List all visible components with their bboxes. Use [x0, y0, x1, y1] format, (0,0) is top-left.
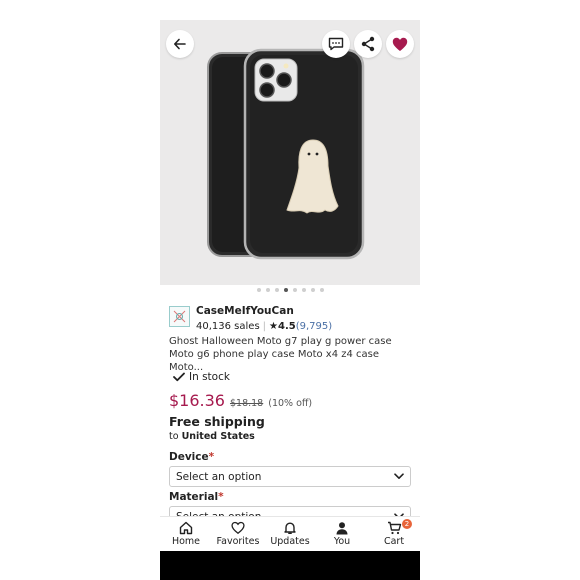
shop-logo-icon — [173, 310, 186, 323]
shipping-title: Free shipping — [169, 414, 265, 429]
discount-label: (10% off) — [268, 398, 313, 409]
stock-status: In stock — [173, 371, 230, 383]
shop-name[interactable]: CaseMeIfYouCan — [196, 305, 332, 318]
share-icon — [361, 36, 375, 52]
stock-label: In stock — [189, 371, 230, 383]
phone-case-image — [207, 48, 365, 260]
bottom-nav: Home Favorites Updates You 2 Cart — [160, 516, 420, 551]
nav-home[interactable]: Home — [160, 517, 212, 551]
shop-stats: 40,136 sales | ★4.5(9,795) — [196, 320, 332, 334]
nav-you[interactable]: You — [316, 517, 368, 551]
system-bar — [160, 551, 420, 580]
message-seller-button[interactable] — [322, 30, 350, 58]
current-price: $16.36 — [169, 391, 225, 410]
carousel-dot[interactable] — [310, 288, 315, 292]
device-label-text: Device — [169, 451, 209, 463]
check-icon — [173, 372, 185, 382]
device-select-value: Select an option — [176, 470, 262, 483]
material-label: Material* — [169, 491, 224, 503]
shop-rating: 4.5 — [278, 321, 296, 332]
original-price: $18.18 — [229, 398, 264, 409]
carousel-dot-active[interactable] — [283, 288, 288, 292]
shop-reviews-link[interactable]: (9,795) — [296, 321, 332, 332]
shop-sales: 40,136 sales — [196, 321, 260, 332]
carousel-indicator[interactable] — [160, 288, 420, 292]
back-button[interactable] — [166, 30, 194, 58]
app-screen: CaseMeIfYouCan 40,136 sales | ★4.5(9,795) … — [160, 20, 420, 580]
chat-icon — [328, 37, 344, 51]
device-select[interactable]: Select an option — [169, 466, 411, 487]
carousel-dot[interactable] — [265, 288, 270, 292]
required-marker: * — [208, 451, 215, 463]
home-icon — [179, 521, 193, 535]
carousel-dot[interactable] — [256, 288, 261, 292]
shop-logo[interactable] — [169, 306, 190, 327]
nav-updates-label: Updates — [270, 536, 310, 547]
chevron-down-icon — [394, 473, 404, 479]
device-label: Device* — [169, 451, 214, 463]
nav-home-label: Home — [171, 536, 201, 547]
carousel-dot[interactable] — [274, 288, 279, 292]
product-title[interactable]: Ghost Halloween Moto g7 play g power cas… — [169, 335, 414, 374]
shipping-to-prefix: to — [169, 431, 179, 442]
favorite-button[interactable] — [386, 30, 414, 58]
nav-you-label: You — [333, 536, 351, 547]
nav-cart[interactable]: 2 Cart — [368, 517, 420, 551]
nav-favorites[interactable]: Favorites — [212, 517, 264, 551]
material-label-text: Material — [169, 491, 219, 503]
cart-count-badge: 2 — [402, 519, 412, 529]
arrow-left-icon — [174, 38, 186, 50]
cart-icon — [387, 521, 401, 535]
star-icon: ★ — [269, 321, 278, 332]
required-marker: * — [218, 491, 224, 503]
user-icon — [336, 522, 348, 535]
carousel-dot[interactable] — [301, 288, 306, 292]
bell-icon — [284, 522, 296, 534]
price-row: $16.36 $18.18 (10% off) — [169, 391, 312, 410]
product-image[interactable] — [160, 20, 420, 285]
shop-info[interactable]: CaseMeIfYouCan 40,136 sales | ★4.5(9,795) — [169, 305, 332, 334]
nav-updates[interactable]: Updates — [264, 517, 316, 551]
shipping-country[interactable]: United States — [182, 431, 255, 442]
carousel-dot[interactable] — [292, 288, 297, 292]
divider: | — [262, 321, 267, 332]
shipping-destination[interactable]: to United States — [169, 431, 255, 442]
heart-outline-icon — [231, 521, 245, 535]
share-button[interactable] — [354, 30, 382, 58]
heart-icon — [392, 37, 408, 51]
nav-favorites-label: Favorites — [216, 536, 260, 547]
carousel-dot[interactable] — [319, 288, 324, 292]
nav-cart-label: Cart — [383, 536, 405, 547]
